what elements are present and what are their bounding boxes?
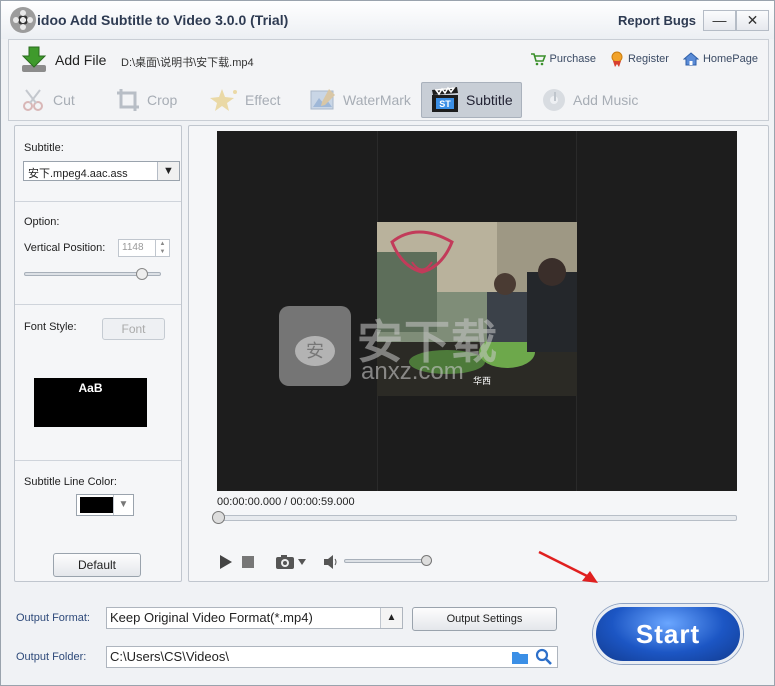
register-label: Register bbox=[627, 53, 669, 65]
output-folder-value: C:\Users\CS\Videos\ bbox=[110, 649, 229, 664]
vertical-position-spinner[interactable]: 1148 ▲ ▼ bbox=[118, 239, 170, 257]
tab-cut-label: Cut bbox=[53, 92, 75, 108]
sparkle-icon bbox=[210, 89, 237, 111]
watermark-sub: anxz.com bbox=[361, 358, 464, 385]
close-button[interactable]: ✕ bbox=[736, 10, 769, 31]
slider-thumb[interactable] bbox=[135, 268, 148, 280]
play-icon[interactable] bbox=[219, 554, 233, 570]
tab-effect-label: Effect bbox=[245, 92, 281, 108]
shopping-bag-icon: 安 bbox=[279, 306, 351, 386]
tab-add-music-label: Add Music bbox=[573, 92, 639, 108]
chevron-up-icon[interactable]: ▲ bbox=[380, 608, 402, 628]
tab-crop[interactable]: Crop bbox=[107, 82, 185, 118]
tab-crop-label: Crop bbox=[147, 92, 178, 108]
award-icon bbox=[611, 51, 623, 67]
purchase-label: Purchase bbox=[549, 53, 596, 65]
output-format-label: Output Format: bbox=[16, 612, 90, 624]
watermark-overlay: 安 安下载 anxz.com bbox=[279, 306, 499, 396]
tab-add-music[interactable]: Add Music bbox=[533, 82, 646, 118]
tab-cut[interactable]: Cut bbox=[13, 82, 83, 118]
chevron-down-icon[interactable]: ▼ bbox=[157, 162, 179, 180]
file-path: D:\桌面\说明书\安下载.mp4 bbox=[121, 57, 254, 69]
watermark-icon bbox=[310, 89, 335, 110]
seek-bar[interactable] bbox=[212, 511, 737, 524]
font-style-label: Font Style: bbox=[24, 321, 77, 333]
clapper-st-icon: ST bbox=[432, 86, 458, 112]
divider bbox=[15, 201, 181, 202]
output-folder-field[interactable]: C:\Users\CS\Videos\ bbox=[106, 646, 558, 668]
home-icon bbox=[682, 52, 699, 66]
add-file-label: Add File bbox=[55, 52, 107, 68]
volume-icon[interactable] bbox=[323, 554, 339, 570]
music-disc-icon bbox=[543, 89, 565, 111]
default-button[interactable]: Default bbox=[53, 553, 141, 577]
add-file-button[interactable]: Add File bbox=[19, 44, 106, 76]
volume-slider[interactable] bbox=[344, 555, 432, 566]
option-label: Option: bbox=[24, 216, 60, 228]
font-button[interactable]: Font bbox=[102, 318, 165, 340]
divider bbox=[15, 304, 181, 305]
title-bar: idoo Add Subtitle to Video 3.0.0 (Trial)… bbox=[1, 1, 774, 39]
crop-icon bbox=[117, 89, 139, 111]
color-swatch bbox=[80, 497, 113, 513]
scissors-icon bbox=[23, 89, 43, 111]
subtitle-options-panel: Subtitle: 安下.mpeg4.aac.ass ▼ Option: Ver… bbox=[14, 125, 182, 582]
seek-thumb[interactable] bbox=[212, 511, 225, 524]
divider bbox=[15, 460, 181, 461]
tab-subtitle-label: Subtitle bbox=[466, 92, 513, 108]
chevron-down-icon[interactable]: ▼ bbox=[113, 495, 133, 515]
window-title: idoo Add Subtitle to Video 3.0.0 (Trial) bbox=[37, 12, 289, 28]
search-icon[interactable] bbox=[535, 648, 553, 666]
folder-icon[interactable] bbox=[511, 649, 529, 665]
vertical-position-value: 1148 bbox=[122, 242, 144, 253]
time-display: 00:00:00.000 / 00:00:59.000 bbox=[217, 496, 355, 508]
tab-subtitle[interactable]: ST Subtitle bbox=[421, 82, 522, 118]
subtitle-label: Subtitle: bbox=[24, 142, 64, 154]
film-reel-icon bbox=[10, 7, 36, 33]
line-color-picker[interactable]: ▼ bbox=[76, 494, 134, 516]
top-toolbar: Add File D:\桌面\说明书\安下载.mp4 Purchase Regi… bbox=[8, 39, 769, 121]
tab-watermark-label: WaterMark bbox=[343, 92, 411, 108]
report-bugs-link[interactable]: Report Bugs bbox=[618, 13, 696, 28]
start-button[interactable]: Start bbox=[593, 604, 743, 664]
minimize-button[interactable]: — bbox=[703, 10, 736, 31]
output-folder-label: Output Folder: bbox=[16, 651, 87, 663]
svg-text:ST: ST bbox=[439, 99, 451, 109]
app-window: idoo Add Subtitle to Video 3.0.0 (Trial)… bbox=[0, 0, 775, 686]
subtitle-file-select[interactable]: 安下.mpeg4.aac.ass ▼ bbox=[23, 161, 180, 181]
video-canvas: 华西 安 安下载 anxz.com bbox=[217, 131, 737, 491]
vertical-position-label: Vertical Position: bbox=[24, 242, 106, 254]
subtitle-file-value: 安下.mpeg4.aac.ass bbox=[28, 168, 128, 180]
spinner-arrows-icon[interactable]: ▲ ▼ bbox=[155, 240, 169, 256]
output-format-select[interactable]: Keep Original Video Format(*.mp4) ▲ bbox=[106, 607, 403, 629]
red-arrow-icon bbox=[538, 550, 598, 583]
purchase-link[interactable]: Purchase bbox=[530, 51, 596, 67]
stop-icon[interactable] bbox=[242, 556, 254, 568]
font-preview: AaB bbox=[34, 378, 147, 427]
video-preview-panel: 华西 安 安下载 anxz.com 00:00:00.000 / 00:00:5… bbox=[188, 125, 769, 582]
output-format-value: Keep Original Video Format(*.mp4) bbox=[110, 610, 313, 625]
camera-icon[interactable] bbox=[275, 554, 307, 570]
line-color-label: Subtitle Line Color: bbox=[24, 476, 117, 488]
volume-thumb[interactable] bbox=[420, 555, 432, 566]
tab-effect[interactable]: Effect bbox=[201, 82, 289, 118]
vertical-position-slider[interactable] bbox=[24, 268, 161, 280]
cart-icon bbox=[530, 53, 546, 66]
download-arrow-icon bbox=[21, 46, 47, 72]
output-settings-button[interactable]: Output Settings bbox=[412, 607, 557, 631]
homepage-label: HomePage bbox=[702, 53, 758, 65]
tab-bar: Cut Crop Effect WaterMark ST Subtitle Ad… bbox=[9, 82, 768, 120]
register-link[interactable]: Register bbox=[610, 51, 669, 67]
homepage-link[interactable]: HomePage bbox=[682, 51, 758, 67]
tab-watermark[interactable]: WaterMark bbox=[301, 82, 419, 118]
